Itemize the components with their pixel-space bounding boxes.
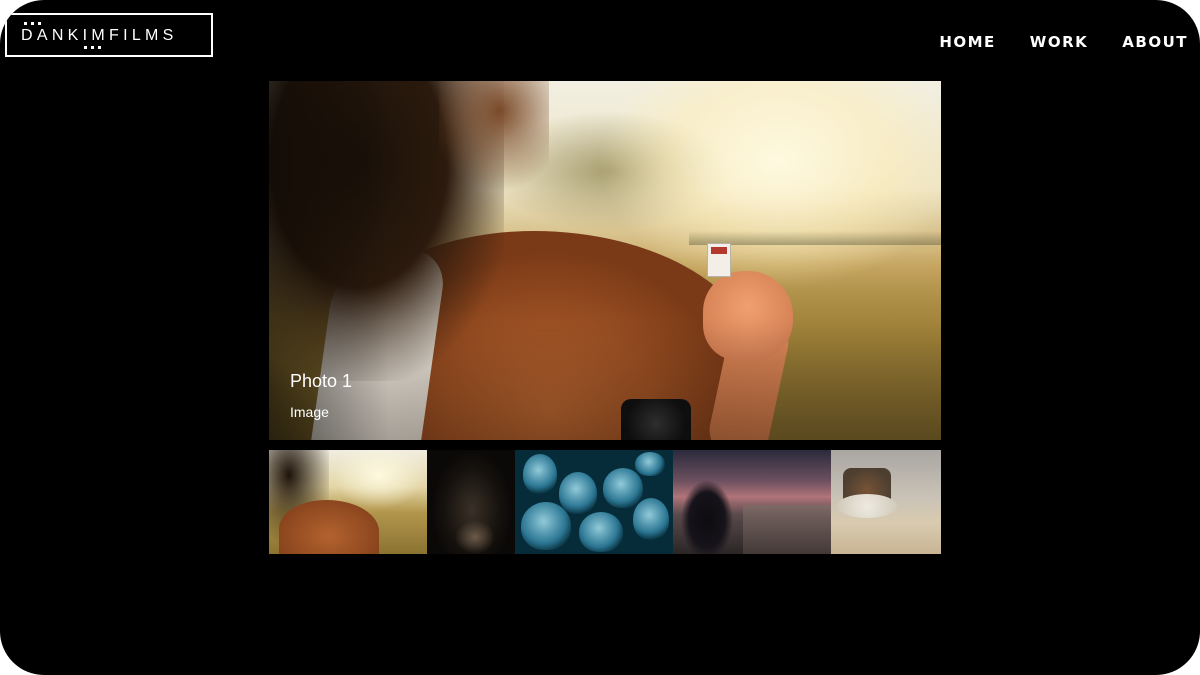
logo-text: DANKIMFILMS bbox=[21, 27, 178, 44]
thumbnail-jellyfish[interactable] bbox=[515, 450, 673, 554]
nav-about[interactable]: ABOUT bbox=[1122, 33, 1188, 51]
thumbnail-dark-portrait[interactable] bbox=[427, 450, 515, 554]
thumbnail-man-city-view[interactable] bbox=[673, 450, 831, 554]
logo-dots-top bbox=[24, 22, 41, 25]
nav-work[interactable]: WORK bbox=[1030, 33, 1088, 51]
site-logo[interactable]: DANKIMFILMS bbox=[5, 13, 213, 57]
thumbnail-strip bbox=[269, 450, 941, 554]
thumbnail-glass-jar[interactable] bbox=[831, 450, 941, 554]
main-nav: HOME WORK ABOUT bbox=[939, 33, 1188, 51]
nav-home[interactable]: HOME bbox=[939, 33, 995, 51]
hero-title: Photo 1 bbox=[290, 371, 353, 391]
hero-caption: Photo 1 Image bbox=[290, 371, 352, 420]
thumbnail-woman-sunlight[interactable] bbox=[269, 450, 427, 554]
app-frame: DANKIMFILMS HOME WORK ABOUT Photo 1 Imag… bbox=[0, 0, 1200, 675]
logo-dots-bottom bbox=[84, 46, 101, 49]
hero-subtitle: Image bbox=[290, 404, 329, 420]
hero-image[interactable]: Photo 1 Image bbox=[269, 81, 941, 440]
